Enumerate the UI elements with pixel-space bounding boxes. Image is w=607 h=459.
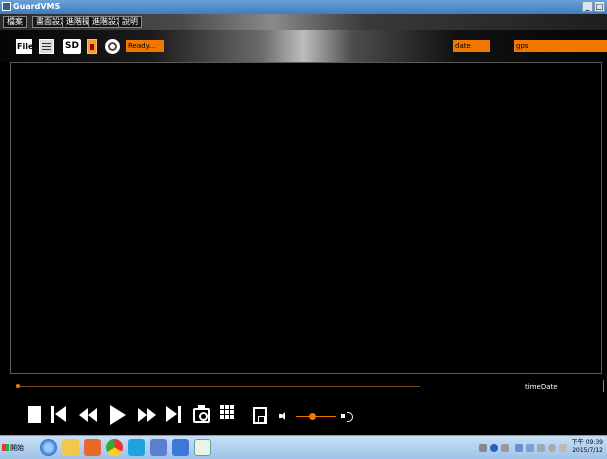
next-button[interactable] xyxy=(166,406,182,423)
app-icon-blue[interactable] xyxy=(172,439,189,456)
start-button[interactable]: 開始 xyxy=(2,440,36,456)
volume-up-icon[interactable] xyxy=(341,411,353,422)
playback-controls: timeDate xyxy=(0,375,607,435)
tray-icon-3[interactable] xyxy=(501,444,509,452)
tray-icon-4[interactable] xyxy=(515,444,523,452)
file-button[interactable]: File xyxy=(16,39,33,54)
folder-icon[interactable] xyxy=(62,439,79,456)
clock[interactable]: 下午 09:39 2015/7/12 xyxy=(571,439,603,455)
tray-icon-2[interactable] xyxy=(490,444,498,452)
media-player-icon[interactable] xyxy=(84,439,101,456)
seek-thumb[interactable] xyxy=(16,384,20,388)
sd-card-button[interactable]: SD xyxy=(63,39,81,54)
grid-layout-icon[interactable] xyxy=(220,405,235,422)
calendar-icon[interactable] xyxy=(39,39,54,54)
fast-forward-button[interactable] xyxy=(138,408,158,422)
tray-icon-1[interactable] xyxy=(479,444,487,452)
video-display[interactable] xyxy=(10,62,602,374)
minimize-icon[interactable]: _ xyxy=(582,1,593,12)
menu-help[interactable]: 說明 xyxy=(118,16,142,28)
tray-icon-6[interactable] xyxy=(537,444,545,452)
guardvms-task-icon[interactable] xyxy=(194,439,211,456)
rewind-button[interactable] xyxy=(79,408,99,422)
word-icon[interactable] xyxy=(150,439,167,456)
seek-bar[interactable] xyxy=(16,384,420,388)
recorder-icon[interactable] xyxy=(87,39,97,54)
tray-icon-7[interactable] xyxy=(548,444,556,452)
menu-file[interactable]: 檔案 xyxy=(3,16,27,28)
export-icon[interactable] xyxy=(253,407,267,424)
previous-button[interactable] xyxy=(51,406,67,423)
date-field: date xyxy=(453,40,490,52)
status-field: Ready... xyxy=(126,40,164,52)
time-date-label: timeDate xyxy=(525,383,558,391)
volume-down-icon[interactable] xyxy=(279,412,287,420)
window-titlebar[interactable]: GuardVMS _ □ xyxy=(0,0,607,14)
skype-icon[interactable] xyxy=(128,439,145,456)
settings-gear-icon[interactable] xyxy=(105,39,120,54)
chrome-icon[interactable] xyxy=(106,439,123,456)
menu-bar: 檔案 畫面設定 進階操作 進階設定 說明 xyxy=(0,14,607,30)
window-controls: _ □ xyxy=(582,1,605,12)
volume-slider[interactable] xyxy=(296,413,336,420)
stop-button[interactable] xyxy=(28,406,41,423)
app-icon xyxy=(2,2,11,11)
window-title: GuardVMS xyxy=(13,2,61,11)
divider xyxy=(603,380,604,392)
tray-icon-5[interactable] xyxy=(526,444,534,452)
maximize-icon[interactable]: □ xyxy=(594,1,605,12)
play-button[interactable] xyxy=(110,405,126,425)
snapshot-camera-icon[interactable] xyxy=(193,405,210,423)
clock-time: 下午 09:39 xyxy=(571,439,603,446)
toolbar: File SD Ready... date gps xyxy=(0,30,607,62)
os-taskbar: 開始 下午 09:39 2015/7/12 xyxy=(0,435,607,459)
ie-browser-icon[interactable] xyxy=(40,439,57,456)
system-tray: 下午 09:39 2015/7/12 xyxy=(475,438,605,458)
gps-field: gps xyxy=(514,40,607,52)
clock-date: 2015/7/12 xyxy=(572,447,603,454)
tray-icon-8[interactable] xyxy=(559,444,567,452)
volume-knob[interactable] xyxy=(309,413,316,420)
